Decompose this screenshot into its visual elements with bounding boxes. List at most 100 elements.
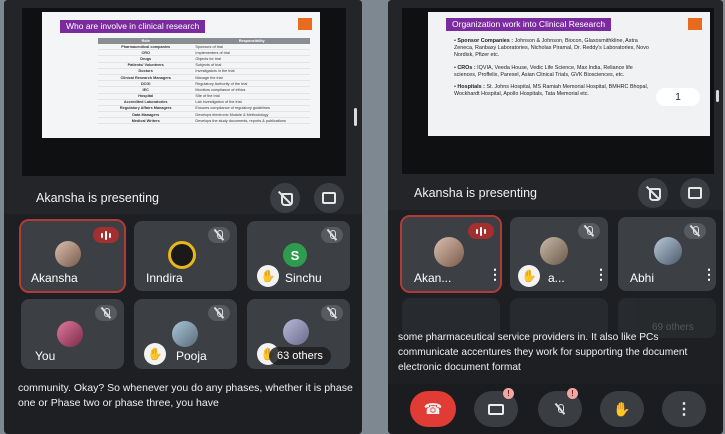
bullet-heading: Hospitals :: [457, 84, 485, 91]
presenting-label: Akansha is presenting: [36, 191, 159, 205]
call-controls-bar: ☎ ! ! ✋ ⋮: [388, 384, 723, 434]
mic-off-icon: [585, 226, 593, 236]
fullscreen-button[interactable]: [680, 178, 710, 208]
raised-hand-icon: ✋: [518, 265, 540, 287]
participant-name: Inndira: [146, 271, 183, 285]
fullscreen-button[interactable]: [314, 183, 344, 213]
participant-name: Akansha: [31, 271, 78, 285]
mic-off-icon: [215, 308, 223, 318]
participant-name: Abhi: [630, 271, 655, 285]
bullet-item: • CROs : IQVIA, Veeda House, Vedic Life …: [454, 64, 633, 78]
bullet-heading: CROs :: [457, 64, 476, 71]
phone-hangup-icon: ☎: [423, 401, 443, 418]
presenting-label: Akansha is presenting: [414, 186, 537, 200]
participant-tile-akansha[interactable]: Akansha: [19, 219, 126, 293]
end-call-button[interactable]: ☎: [410, 391, 456, 427]
mic-toggle-button[interactable]: !: [538, 388, 582, 427]
participant-tile-abhi[interactable]: Abhi ⋮: [618, 217, 716, 291]
mic-off-icon: [215, 230, 223, 240]
participant-name: Akan...: [414, 271, 452, 285]
live-caption: some pharmaceutical service providers in…: [398, 332, 688, 373]
participant-tile-sinchu[interactable]: S ✋ Sinchu: [247, 221, 350, 291]
muted-indicator: [321, 305, 343, 321]
pin-off-icon: [278, 191, 293, 206]
participant-tile-pooja[interactable]: ✋ Pooja: [134, 299, 237, 369]
pin-off-icon: [646, 186, 661, 201]
speaking-indicator: [93, 227, 119, 243]
mic-off-icon: [328, 308, 336, 318]
participant-name: Sinchu: [285, 271, 322, 285]
avatar: [55, 241, 81, 267]
others-count: 63 others: [269, 347, 331, 365]
mic-off-icon: [328, 230, 336, 240]
bullet-heading: Sponsor Companies :: [457, 38, 514, 44]
participant-name: a...: [548, 271, 565, 285]
shared-screen: Who are involve in clinical research Rol…: [22, 8, 346, 176]
muted-indicator: [578, 223, 600, 239]
unpin-button[interactable]: [270, 183, 300, 213]
scrollbar[interactable]: [716, 90, 719, 102]
shared-screen: Organization work into Clinical Research…: [402, 8, 714, 174]
bullet-item: • Sponsor Companies : Johnson & Johnson,…: [454, 38, 649, 59]
responsibility-cell: Develops the study documents, reports & …: [193, 117, 310, 125]
camera-toggle-button[interactable]: !: [474, 388, 518, 427]
more-options-button[interactable]: ⋮: [662, 391, 706, 427]
presentation-area: Organization work into Clinical Research…: [388, 0, 723, 210]
raised-hand-icon: ✋: [144, 343, 166, 365]
left-phone-screen: Who are involve in clinical research Rol…: [4, 0, 362, 434]
avatar: [172, 321, 198, 347]
participant-name: Pooja: [176, 349, 207, 363]
more-options-icon[interactable]: ⋮: [488, 267, 500, 281]
participant-tile-a[interactable]: ✋ a... ⋮: [510, 217, 608, 291]
fullscreen-icon: [688, 187, 702, 199]
avatar: [540, 237, 568, 265]
participant-tile-you[interactable]: You: [21, 299, 124, 369]
unpin-button[interactable]: [638, 178, 668, 208]
live-caption: community. Okay? So whenever you do any …: [18, 382, 353, 409]
avatar: [283, 319, 309, 345]
table-row: Medical Writers Develops the study docume…: [98, 117, 310, 125]
muted-indicator: [684, 223, 706, 239]
slide-title: Organization work into Clinical Research: [446, 18, 612, 31]
participant-name: You: [35, 349, 56, 363]
avatar: [57, 321, 83, 347]
slide: Organization work into Clinical Research…: [428, 12, 710, 136]
mic-off-icon: [691, 226, 699, 236]
muted-indicator: [208, 227, 230, 243]
slide-accent-block: [688, 18, 702, 30]
slide: Who are involve in clinical research Rol…: [42, 12, 320, 138]
raised-hand-icon: ✋: [257, 265, 279, 287]
raise-hand-button[interactable]: ✋: [600, 391, 644, 427]
slide-title: Who are involve in clinical research: [60, 20, 206, 33]
bullet-item: • Hospitals : St. Johns Hospital, MS Ram…: [454, 84, 649, 98]
right-phone-screen: Organization work into Clinical Research…: [388, 0, 723, 434]
avatar: [654, 237, 682, 265]
avatar: S: [283, 243, 307, 267]
mic-off-icon: [556, 404, 564, 414]
avatar: [434, 237, 464, 267]
more-options-icon: ⋮: [676, 401, 692, 418]
presentation-area: Who are involve in clinical research Rol…: [4, 0, 362, 214]
alert-badge: !: [567, 388, 578, 399]
alert-badge: !: [503, 388, 514, 399]
participant-tile-others[interactable]: ✋ 63 others: [247, 299, 350, 369]
muted-indicator: [208, 305, 230, 321]
mic-off-icon: [102, 308, 110, 318]
muted-indicator: [321, 227, 343, 243]
bullet-text: IQVIA, Veeda House, Vedic Life Science, …: [454, 64, 633, 78]
slide-accent-block: [298, 18, 312, 30]
page-indicator: 1: [656, 88, 700, 106]
more-options-icon[interactable]: ⋮: [594, 267, 608, 281]
slide-body: • Sponsor Companies : Johnson & Johnson,…: [454, 38, 650, 98]
more-options-icon[interactable]: ⋮: [702, 267, 716, 281]
hand-icon: ✋: [613, 400, 631, 417]
roles-table: Role Responsibility Pharmaceutical compa…: [98, 38, 310, 125]
muted-indicator: [95, 305, 117, 321]
scrollbar[interactable]: [354, 108, 357, 126]
speaking-indicator: [468, 223, 494, 239]
fullscreen-icon: [322, 192, 336, 204]
camera-off-icon: [488, 403, 504, 415]
participant-tile-inndira[interactable]: Inndira: [134, 221, 237, 291]
participant-tile-akansha[interactable]: Akan... ⋮: [400, 215, 502, 293]
avatar: [168, 241, 196, 269]
